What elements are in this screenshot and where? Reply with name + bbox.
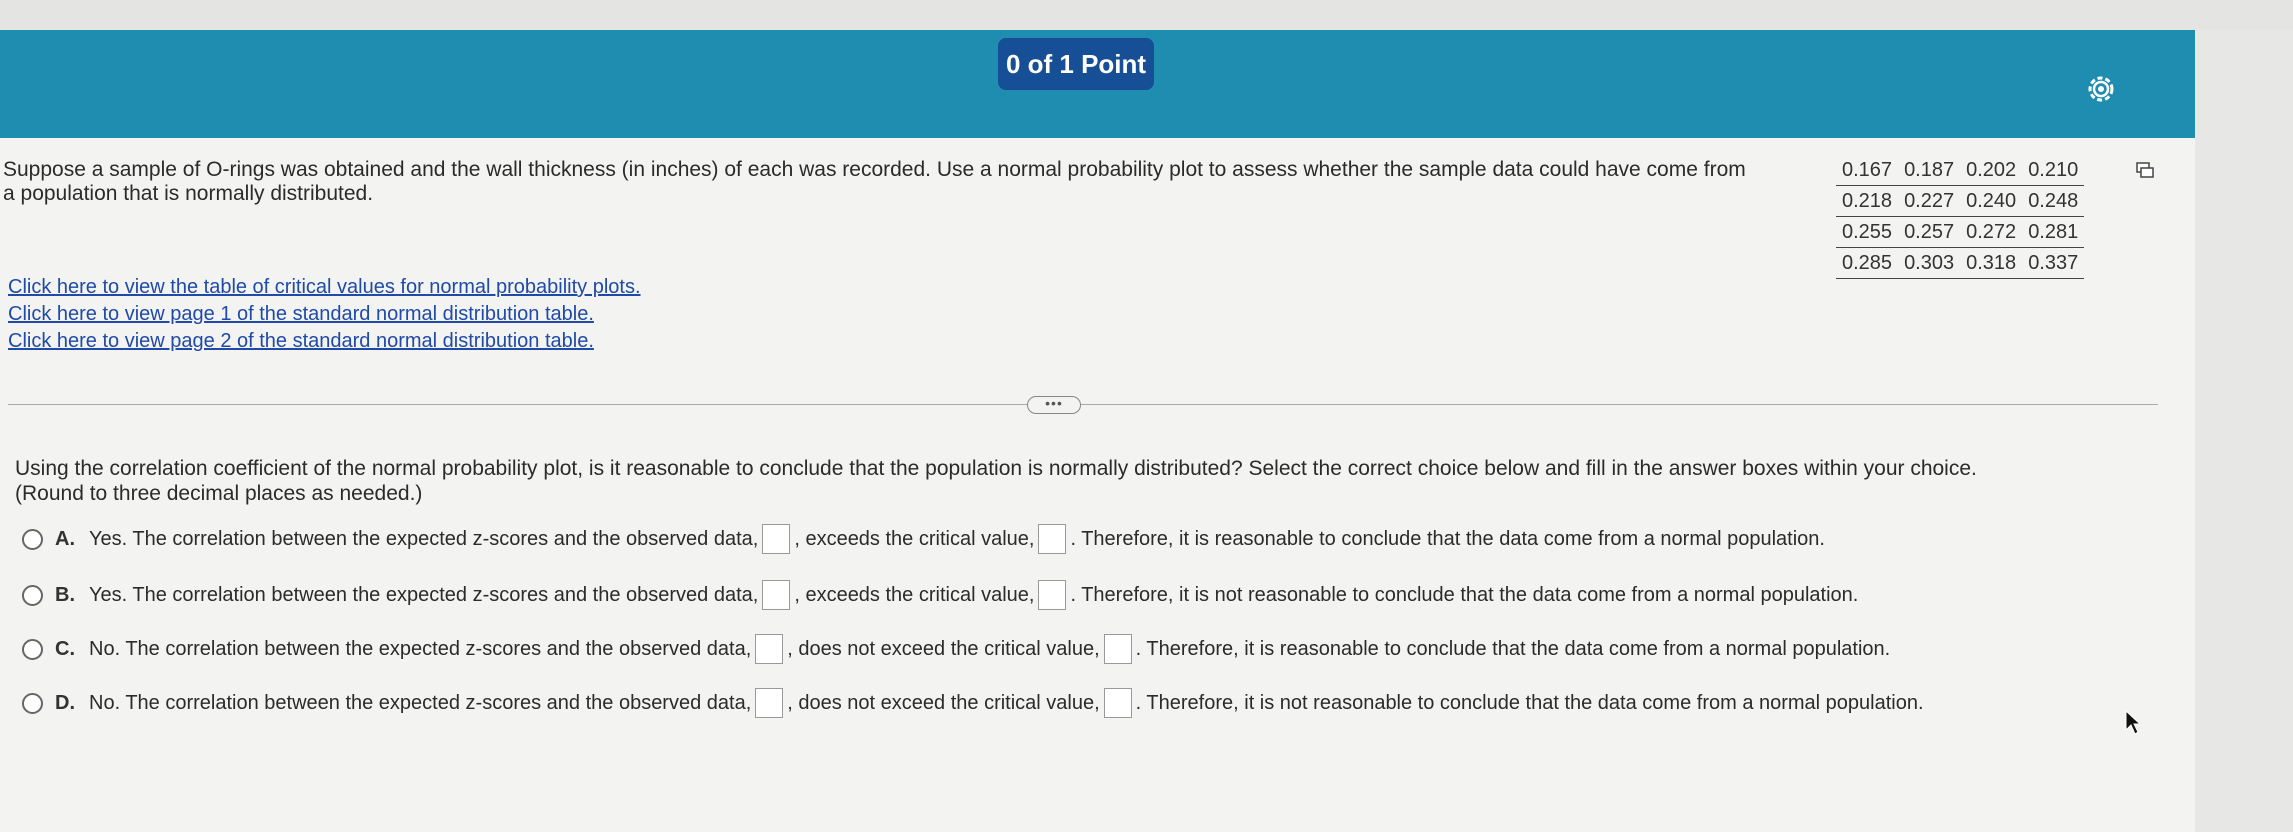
choice-d[interactable]: D. No. The correlation between the expec… <box>22 688 1924 718</box>
section-divider <box>8 404 2158 405</box>
copy-data-icon[interactable] <box>2136 162 2154 178</box>
correlation-answer-box[interactable] <box>755 634 784 664</box>
choice-text: . Therefore, it is reasonable to conclud… <box>1135 638 1891 660</box>
critical-value-answer-box[interactable] <box>1038 580 1067 610</box>
normal-table-page1-link[interactable]: Click here to view page 1 of the standar… <box>8 301 641 328</box>
table-cell: 0.285 <box>1836 247 1899 279</box>
table-cell: 0.303 <box>1898 247 1961 279</box>
table-cell: 0.318 <box>1960 247 2023 279</box>
choice-text: , does not exceed the critical value, <box>787 692 1100 714</box>
choice-text: No. The correlation between the expected… <box>89 638 752 660</box>
table-cell: 0.210 <box>2022 155 2085 186</box>
points-badge: 0 of 1 Point <box>998 38 1154 90</box>
right-strip <box>2195 30 2293 832</box>
choice-text: No. The correlation between the expected… <box>89 692 752 714</box>
correlation-answer-box[interactable] <box>762 580 791 610</box>
table-row: 0.285 0.303 0.318 0.337 <box>1836 247 2085 279</box>
table-cell: 0.218 <box>1836 185 1899 217</box>
choice-letter: B. <box>55 584 75 606</box>
radio-button[interactable] <box>22 584 43 606</box>
table-row: 0.255 0.257 0.272 0.281 <box>1836 216 2085 248</box>
gear-icon[interactable] <box>2084 72 2118 106</box>
correlation-answer-box[interactable] <box>755 688 784 718</box>
expand-more-button[interactable]: ••• <box>1027 396 1081 414</box>
prompt-line-2: (Round to three decimal places as needed… <box>15 482 423 505</box>
question-text: Suppose a sample of O-rings was obtained… <box>3 158 1746 205</box>
choice-text: , does not exceed the critical value, <box>787 638 1100 660</box>
top-band <box>0 0 2293 30</box>
table-cell: 0.167 <box>1836 155 1899 186</box>
choice-text: . Therefore, it is reasonable to conclud… <box>1070 528 1825 550</box>
prompt-line-1: Using the correlation coefficient of the… <box>15 457 1977 480</box>
table-cell: 0.187 <box>1898 155 1961 186</box>
table-cell: 0.227 <box>1898 185 1961 217</box>
table-cell: 0.248 <box>2022 185 2085 217</box>
critical-value-answer-box[interactable] <box>1038 524 1067 554</box>
table-cell: 0.257 <box>1898 216 1961 248</box>
choice-letter: C. <box>55 638 75 660</box>
critical-value-answer-box[interactable] <box>1103 634 1132 664</box>
mouse-cursor-icon <box>2124 709 2142 736</box>
table-cell: 0.240 <box>1960 185 2023 217</box>
table-cell: 0.337 <box>2022 247 2085 279</box>
radio-button[interactable] <box>22 638 43 660</box>
table-cell: 0.202 <box>1960 155 2023 186</box>
table-row: 0.218 0.227 0.240 0.248 <box>1836 185 2085 217</box>
table-cell: 0.255 <box>1836 216 1899 248</box>
choice-a[interactable]: A. Yes. The correlation between the expe… <box>22 524 1825 554</box>
help-links: Click here to view the table of critical… <box>8 274 641 355</box>
choice-text: Yes. The correlation between the expecte… <box>89 584 759 606</box>
choice-text: , exceeds the critical value, <box>794 584 1035 606</box>
radio-button[interactable] <box>22 692 43 714</box>
choice-letter: A. <box>55 528 75 550</box>
choice-c[interactable]: C. No. The correlation between the expec… <box>22 634 1890 664</box>
table-row: 0.167 0.187 0.202 0.210 <box>1836 155 2085 186</box>
choice-letter: D. <box>55 692 75 714</box>
choice-text: , exceeds the critical value, <box>794 528 1035 550</box>
choice-text: . Therefore, it is not reasonable to con… <box>1070 584 1859 606</box>
radio-button[interactable] <box>22 528 43 550</box>
correlation-answer-box[interactable] <box>762 524 791 554</box>
normal-table-page2-link[interactable]: Click here to view page 2 of the standar… <box>8 328 641 355</box>
choice-text: Yes. The correlation between the expecte… <box>89 528 759 550</box>
critical-value-answer-box[interactable] <box>1103 688 1132 718</box>
o-ring-data-table: 0.167 0.187 0.202 0.210 0.218 0.227 0.24… <box>1836 155 2085 279</box>
prompt-text: Using the correlation coefficient of the… <box>15 456 2175 506</box>
choice-text: . Therefore, it is not reasonable to con… <box>1135 692 1924 714</box>
critical-values-link[interactable]: Click here to view the table of critical… <box>8 274 641 301</box>
table-cell: 0.272 <box>1960 216 2023 248</box>
table-cell: 0.281 <box>2022 216 2085 248</box>
choice-b[interactable]: B. Yes. The correlation between the expe… <box>22 580 1858 610</box>
